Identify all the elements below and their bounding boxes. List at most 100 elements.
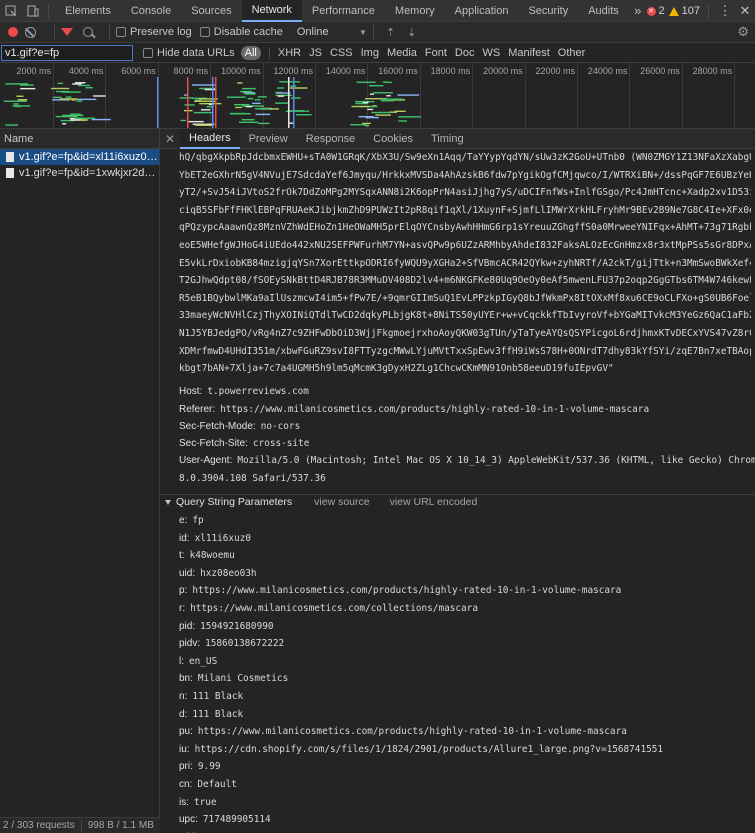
- overview-request-bar: [92, 95, 106, 97]
- throttling-value: Online: [296, 26, 329, 38]
- filter-bar: v1.gif?e=fp Hide data URLs All XHR JS CSS Im…: [0, 43, 755, 63]
- tab-security[interactable]: Security: [518, 0, 578, 22]
- filter-type-media[interactable]: Media: [387, 47, 417, 59]
- search-icon[interactable]: [83, 27, 93, 37]
- tab-audits[interactable]: Audits: [578, 0, 629, 22]
- overview-tick-label: 20000 ms: [483, 66, 523, 76]
- throttling-select[interactable]: Online ▼: [297, 26, 367, 38]
- filter-type-other[interactable]: Other: [558, 47, 586, 59]
- overview-request-bar: [187, 120, 204, 123]
- filter-input[interactable]: v1.gif?e=fp: [1, 44, 133, 61]
- checkbox-box[interactable]: [143, 47, 153, 58]
- gear-icon[interactable]: ⚙: [737, 24, 749, 40]
- close-icon[interactable]: ✕: [735, 3, 755, 19]
- overview-request-bar: [77, 98, 97, 101]
- overview-request-bar: [398, 116, 421, 118]
- detail-tab-response[interactable]: Response: [297, 129, 365, 149]
- detail-tab-timing[interactable]: Timing: [422, 129, 473, 149]
- export-har-icon[interactable]: ⇣: [407, 26, 416, 39]
- overview-request-bar: [252, 102, 261, 105]
- tab-application[interactable]: Application: [445, 0, 519, 22]
- overview-request-bar: [296, 114, 312, 116]
- overview-tick-label: 16000 ms: [378, 66, 418, 76]
- tab-sources[interactable]: Sources: [181, 0, 241, 22]
- warning-counter[interactable]: 107: [668, 5, 700, 17]
- detail-tab-preview[interactable]: Preview: [240, 129, 297, 149]
- filter-type-xhr[interactable]: XHR: [278, 47, 301, 59]
- name-column-label: Name: [4, 132, 34, 145]
- filter-type-all[interactable]: All: [240, 45, 261, 60]
- overview-request-bar: [193, 111, 214, 114]
- cookie-value-line: ciqB5SFbFfFHKlEBPqFRUAeKJibjkmZhD9PUWzIt…: [179, 204, 751, 216]
- filter-type-ws[interactable]: WS: [482, 47, 500, 59]
- overview-tick-label: 26000 ms: [640, 66, 680, 76]
- query-param-value: 717489905114: [202, 814, 271, 826]
- error-counter[interactable]: ✕ 2: [646, 5, 665, 17]
- overview-request-bar: [397, 94, 420, 96]
- cookie-value-line: qPQzypcAaawnQz8MznVZhWdEHoZn1HeOWaMH5prE…: [179, 222, 751, 234]
- hide-data-urls-checkbox[interactable]: Hide data URLs: [143, 47, 235, 59]
- request-list: Name v1.gif?e=fp&id=xl11i6xuz0&t... v1.gi…: [0, 129, 160, 817]
- network-overview[interactable]: 2000 ms 4000 ms 6000 ms 8000 ms 10000 ms 1200…: [0, 63, 755, 129]
- header-name: Host:: [179, 386, 203, 397]
- query-param-value: fp: [192, 515, 204, 526]
- query-param-row: pidv: 15860138672222: [179, 638, 284, 649]
- tab-network[interactable]: Network: [241, 0, 302, 22]
- filter-icon[interactable]: [61, 28, 73, 36]
- detail-tab-headers[interactable]: Headers: [180, 129, 240, 149]
- view-url-encoded-link[interactable]: view URL encoded: [390, 496, 478, 508]
- query-param-key: l:: [179, 655, 184, 667]
- overview-request-bar: [279, 81, 301, 83]
- tab-performance[interactable]: Performance: [302, 0, 385, 22]
- query-param-value: 15860138672222: [205, 638, 285, 650]
- request-row[interactable]: v1.gif?e=fp&id=1xwkjxr2dx&t...: [0, 165, 159, 181]
- filter-type-font[interactable]: Font: [425, 47, 447, 59]
- more-tabs-button[interactable]: »: [629, 3, 647, 18]
- request-name: v1.gif?e=fp&id=xl11i6xuz0&t...: [19, 151, 159, 163]
- header-row: Referer: https://www.milanicosmetics.com/…: [179, 404, 649, 415]
- filter-type-js[interactable]: JS: [309, 47, 322, 59]
- tab-elements[interactable]: Elements: [55, 0, 121, 22]
- filter-type-manifest[interactable]: Manifest: [508, 47, 550, 59]
- view-source-link[interactable]: view source: [314, 496, 369, 508]
- network-status-bar: 2 / 303 requests 998 B / 1.1 MB: [0, 817, 160, 833]
- overview-request-bar: [65, 96, 72, 98]
- tab-memory[interactable]: Memory: [385, 0, 445, 22]
- clear-icon[interactable]: [25, 26, 36, 38]
- overview-request-bar: [362, 101, 369, 104]
- query-param-row: r: https://www.milanicosmetics.com/collec…: [179, 603, 478, 614]
- record-icon[interactable]: [8, 27, 18, 37]
- tab-console[interactable]: Console: [121, 0, 181, 22]
- import-har-icon[interactable]: ⇡: [386, 26, 395, 39]
- disable-cache-checkbox[interactable]: Disable cache: [199, 26, 283, 38]
- overview-request-bar: [277, 95, 284, 97]
- detail-tab-cookies[interactable]: Cookies: [364, 129, 422, 149]
- overview-request-bar: [358, 116, 374, 118]
- device-toolbar-icon[interactable]: [22, 0, 44, 22]
- cookie-value-line: R5eB1BQybwlMKa9aIlUszmcwI4im5+fPw7E/+9qm…: [179, 292, 751, 304]
- filter-type-css[interactable]: CSS: [330, 47, 353, 59]
- query-string-section-header[interactable]: Query String Parameters view source view…: [165, 496, 477, 508]
- overview-request-bar: [51, 87, 70, 90]
- query-param-key: id:: [179, 532, 190, 544]
- warning-count: 107: [681, 5, 700, 17]
- transfer-size: 998 B / 1.1 MB: [87, 820, 154, 831]
- inspect-element-icon[interactable]: [0, 0, 22, 22]
- headers-panel: hQ/qbgXkpbRpJdcbmxEWHU+sTA0W1GRqK/XbX3U/…: [160, 149, 755, 833]
- kebab-menu-icon[interactable]: ⋮: [715, 3, 735, 19]
- cookie-value-line: hQ/qbgXkpbRpJdcbmxEWHU+sTA0W1GRqK/XbX3U/…: [179, 152, 751, 163]
- query-param-key: t:: [179, 550, 185, 562]
- checkbox-box[interactable]: [116, 27, 126, 37]
- filter-type-doc[interactable]: Doc: [455, 47, 475, 59]
- query-param-row: e: fp: [179, 515, 204, 526]
- request-row[interactable]: v1.gif?e=fp&id=xl11i6xuz0&t...: [0, 149, 159, 165]
- name-column-header[interactable]: Name: [0, 129, 159, 149]
- close-icon[interactable]: ✕: [160, 132, 180, 146]
- filter-type-img[interactable]: Img: [361, 47, 379, 59]
- overview-request-bar: [70, 113, 82, 115]
- preserve-log-checkbox[interactable]: Preserve log: [116, 26, 192, 38]
- query-param-value: Milani Cosmetics: [197, 673, 289, 685]
- overview-request-bar: [20, 87, 36, 90]
- overview-request-bar: [3, 100, 27, 102]
- checkbox-box[interactable]: [199, 27, 210, 37]
